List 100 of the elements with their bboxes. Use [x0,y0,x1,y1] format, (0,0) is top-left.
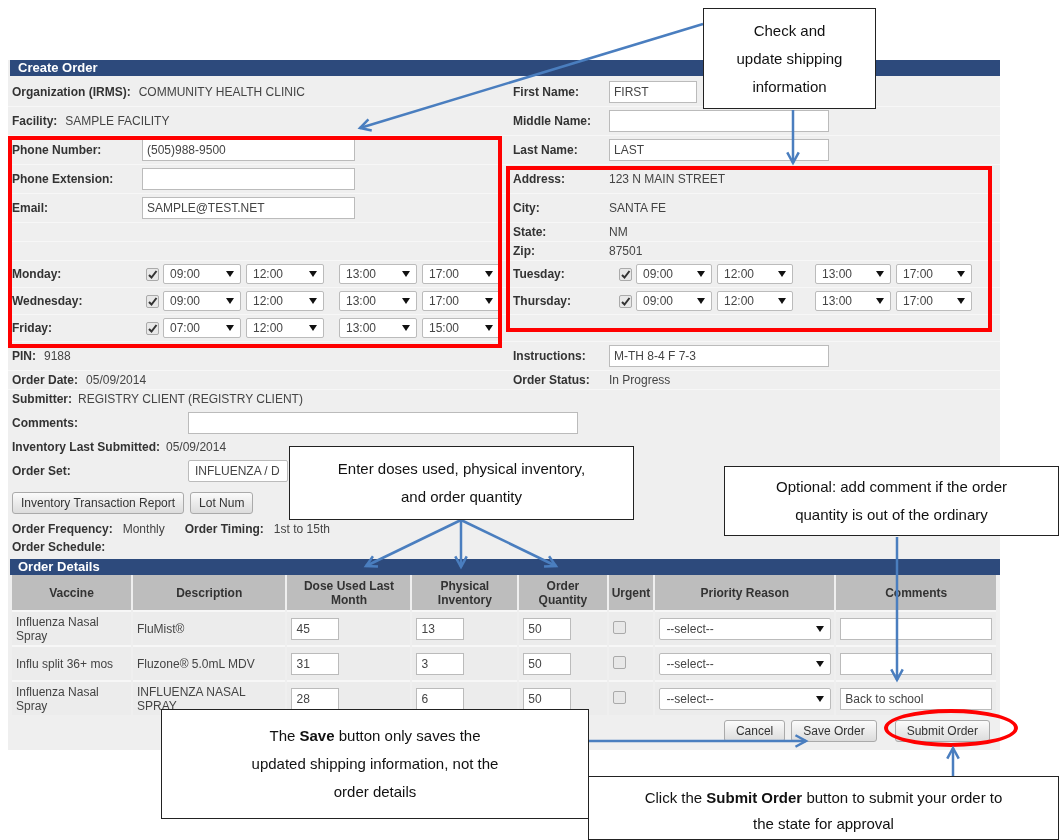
input-field[interactable] [840,652,993,675]
day-label: Monday: [12,267,63,281]
field-value: 05/09/2014 [86,373,147,387]
dropdown[interactable]: 12:00 [717,264,793,284]
dropdown[interactable]: 12:00 [246,291,324,311]
input-field[interactable] [609,110,829,132]
section-header: Order Details [10,559,1000,575]
caret-icon [402,298,410,304]
checkbox[interactable] [146,321,159,335]
field-label: Order Set: [12,464,72,478]
input-field[interactable]: 50 [523,652,572,675]
field-value: 1st to 15th [273,522,330,536]
field-label: Comments: [12,416,79,430]
caret-icon [816,695,825,702]
input-field[interactable]: 13 [416,617,465,640]
dropdown[interactable]: INFLUENZA / D [188,460,288,482]
field-label: Zip: [513,244,536,258]
input-field[interactable]: 50 [523,687,572,710]
input-field[interactable]: SAMPLE@TEST.NET [142,197,355,219]
caret-icon [957,298,965,304]
field-value: 05/09/2014 [166,440,227,454]
input-field[interactable]: 45 [291,617,340,640]
dropdown[interactable]: 13:00 [339,264,417,284]
checkbox[interactable] [612,655,626,669]
field-label: Order Date: [12,373,79,387]
input-field[interactable]: FIRST [609,81,697,103]
dropdown[interactable]: 17:00 [896,291,972,311]
dropdown[interactable]: 09:00 [636,291,712,311]
field-value: In Progress [609,373,671,387]
table-cell: Influenza Nasal Spray [12,680,131,715]
checkbox[interactable] [146,294,159,308]
input-field[interactable]: 28 [291,687,340,710]
button[interactable]: Submit Order [894,720,990,742]
checkbox[interactable] [612,690,626,704]
field-value: Monthly [122,522,165,536]
field-label: Last Name: [513,143,579,157]
dropdown[interactable]: 12:00 [246,264,324,284]
dropdown[interactable]: 15:00 [422,318,500,338]
dropdown[interactable]: 17:00 [896,264,972,284]
column-header: Dose Used Last Month [287,575,411,610]
arrow [946,745,960,776]
input-field[interactable]: LAST [609,139,829,161]
input-field[interactable]: 31 [291,652,340,675]
caret-icon [485,298,493,304]
caret-icon [309,271,317,277]
button[interactable]: Save Order [791,720,877,742]
caret-icon [226,271,234,277]
dropdown[interactable]: 12:00 [246,318,324,338]
checkbox[interactable] [619,267,632,281]
dropdown[interactable]: 09:00 [636,264,712,284]
field-value: 9188 [44,349,71,363]
field-label: State: [513,225,548,239]
dropdown[interactable]: 17:00 [422,291,500,311]
field-label: Order Timing: [184,522,264,536]
button[interactable]: Cancel [723,720,786,742]
column-header: Vaccine [12,575,131,610]
field-label: Phone Number: [12,143,103,157]
dropdown[interactable]: 09:00 [163,291,241,311]
dropdown[interactable]: --select-- [659,652,832,675]
column-header: Physical Inventory [412,575,518,610]
caret-icon [816,660,825,667]
input-field[interactable] [840,617,993,640]
dropdown[interactable]: 12:00 [717,291,793,311]
input-field[interactable]: Back to school [840,687,993,710]
field-label: Inventory Last Submitted: [12,440,160,454]
checkbox[interactable] [619,294,632,308]
day-label: Wednesday: [12,294,84,308]
callout: Optional: add comment if the order quantity is out of the ordinary [724,466,1059,536]
dropdown[interactable]: 13:00 [815,291,891,311]
checkbox[interactable] [612,620,626,634]
button[interactable]: Lot Num [190,492,254,514]
field-value: 87501 [609,244,643,258]
input-field[interactable] [188,412,578,434]
caret-icon [876,298,884,304]
dropdown[interactable]: 07:00 [163,318,241,338]
dropdown[interactable]: --select-- [659,617,832,640]
column-header: Urgent [608,575,654,610]
checkbox[interactable] [146,267,159,281]
input-field[interactable]: 3 [416,652,465,675]
caret-icon [778,298,786,304]
caret-icon [402,325,410,331]
input-field[interactable] [142,168,355,190]
dropdown[interactable]: 09:00 [163,264,241,284]
field-label: City: [513,201,541,215]
input-field[interactable]: 6 [416,687,465,710]
callout: The Save button only saves the updated shipping information, not the order details [161,709,589,819]
arrow [786,110,800,166]
dropdown[interactable]: 13:00 [815,264,891,284]
dropdown[interactable]: 13:00 [339,318,417,338]
column-header: Description [132,575,286,610]
dropdown[interactable]: 13:00 [339,291,417,311]
input-field[interactable]: M-TH 8-4 F 7-3 [609,345,829,367]
button[interactable]: Inventory Transaction Report [12,492,185,514]
field-label: Organization (IRMS): [12,85,131,99]
field-label: Middle Name: [513,114,592,128]
input-field[interactable]: (505)988-9500 [142,139,355,161]
input-field[interactable]: 50 [523,617,572,640]
dropdown[interactable]: --select-- [659,687,832,710]
dropdown[interactable]: 17:00 [422,264,500,284]
field-value: SANTA FE [609,201,667,215]
